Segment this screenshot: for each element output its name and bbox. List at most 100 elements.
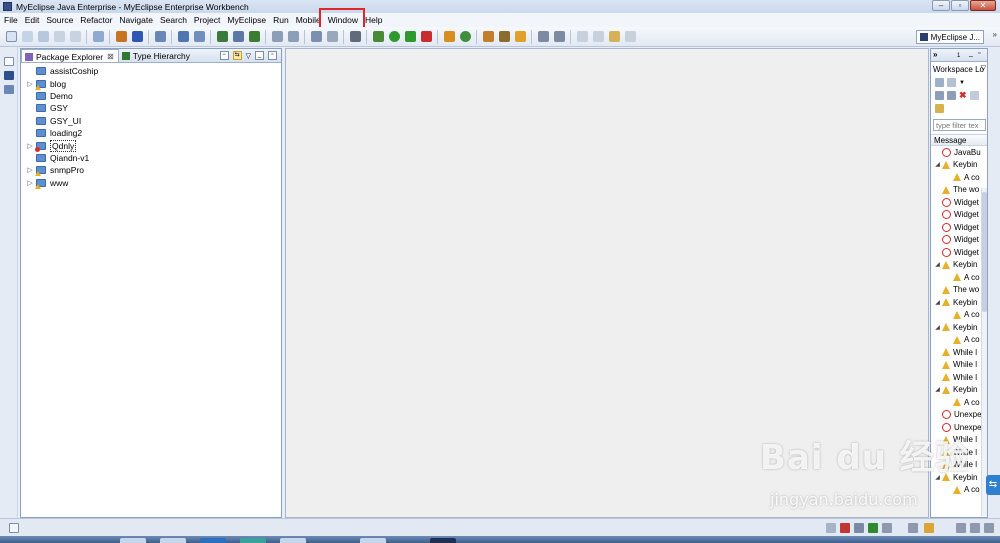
pen-icon[interactable] (499, 31, 510, 42)
restore-log-icon[interactable] (935, 104, 944, 113)
minimize-button[interactable]: – (932, 0, 950, 11)
message-row[interactable]: While l (931, 346, 987, 359)
search-icon[interactable] (538, 31, 549, 42)
tree-item-qdnly[interactable]: ▷ Qdnly (21, 139, 281, 152)
report-icon[interactable] (327, 31, 338, 42)
menu-refactor[interactable]: Refactor (80, 15, 112, 25)
expand-icon[interactable]: ◢ (933, 386, 942, 393)
tree-item-gsy-ui[interactable]: GSY_UI (21, 115, 281, 127)
edit-icon[interactable] (272, 31, 283, 42)
taskbar-item[interactable] (160, 538, 186, 543)
message-row[interactable]: JavaBu (931, 146, 987, 159)
tree-item-www[interactable]: ▷ www (21, 177, 281, 189)
new-package-icon[interactable] (194, 31, 205, 42)
message-row[interactable]: ◢ Keybin (931, 159, 987, 172)
tree-item-blog[interactable]: ▷ blog (21, 77, 281, 90)
message-column-header[interactable]: Message (931, 134, 987, 146)
debug-icon[interactable] (373, 31, 384, 42)
maximize-view-icon[interactable]: ▫ (978, 50, 980, 57)
message-row[interactable]: A co (931, 171, 987, 184)
tree-item-loading2[interactable]: loading2 (21, 127, 281, 139)
minimize-view-icon[interactable]: _ (969, 50, 973, 57)
message-row[interactable]: Widget (931, 246, 987, 259)
fast-view-icon[interactable] (9, 523, 19, 533)
status-icon-4[interactable] (868, 523, 878, 533)
dropdown-icon[interactable]: ▼ (959, 80, 965, 86)
menu-project[interactable]: Project (194, 15, 220, 25)
tab-type-hierarchy[interactable]: Type Hierarchy (119, 49, 194, 62)
message-row[interactable]: Unexpe (931, 409, 987, 422)
expand-icon[interactable]: ▷ (26, 179, 34, 187)
expand-icon[interactable]: ▷ (26, 142, 34, 150)
menu-myeclipse[interactable]: MyEclipse (227, 15, 266, 25)
print-icon[interactable] (70, 31, 81, 42)
maximize-view-icon[interactable]: ▫ (268, 51, 277, 60)
expand-icon[interactable]: ▷ (26, 80, 34, 88)
taskbar-item[interactable] (240, 538, 266, 543)
previous-annotation-icon[interactable] (593, 31, 604, 42)
status-icon-3[interactable] (854, 523, 864, 533)
perspective-switcher[interactable]: MyEclipse J... (915, 30, 984, 44)
tree-item-demo[interactable]: Demo (21, 90, 281, 102)
message-row[interactable]: ◢ Keybin (931, 321, 987, 334)
hammer-icon[interactable] (554, 31, 565, 42)
maximize-button[interactable]: ▫ (951, 0, 969, 11)
forward-icon[interactable] (625, 31, 636, 42)
message-row[interactable]: Widget (931, 234, 987, 247)
taskbar-item[interactable] (280, 538, 306, 543)
message-row[interactable]: While l (931, 359, 987, 372)
save-all-icon[interactable] (54, 31, 65, 42)
new-web-project-icon[interactable] (460, 31, 471, 42)
external-tools-icon[interactable] (421, 31, 432, 42)
menu-file[interactable]: File (4, 15, 18, 25)
open-type-icon[interactable] (93, 31, 104, 42)
view-menu-icon[interactable]: ▽ (246, 52, 251, 60)
hierarchy-icon[interactable] (4, 71, 14, 80)
new-project-icon[interactable] (178, 31, 189, 42)
close-button[interactable]: ✕ (970, 0, 996, 11)
menu-search[interactable]: Search (160, 15, 187, 25)
run-coverage-icon[interactable] (405, 31, 416, 42)
restore-icon[interactable] (4, 57, 14, 66)
terminal-icon[interactable] (350, 31, 361, 42)
status-icon-10[interactable] (984, 523, 994, 533)
expand-icon[interactable]: ▷ (26, 166, 34, 174)
filter-input[interactable]: type filter tex (933, 119, 986, 131)
message-row[interactable]: A co (931, 396, 987, 409)
status-icon-8[interactable] (956, 523, 966, 533)
expand-icon[interactable]: ◢ (933, 261, 942, 268)
import-log-icon[interactable] (947, 78, 956, 87)
new-class-icon[interactable] (217, 31, 228, 42)
taskbar-item[interactable] (200, 538, 226, 543)
message-row[interactable]: While l (931, 371, 987, 384)
taskbar-item[interactable] (430, 538, 456, 543)
new-java-project-icon[interactable] (444, 31, 455, 42)
database-icon[interactable] (311, 31, 322, 42)
side-share-icon[interactable]: ⇆ (986, 475, 1000, 495)
menu-navigate[interactable]: Navigate (119, 15, 153, 25)
taskbar-item[interactable] (360, 538, 386, 543)
message-row[interactable]: ◢ Keybin (931, 259, 987, 272)
menu-run[interactable]: Run (273, 15, 289, 25)
vertical-scrollbar[interactable] (981, 188, 987, 516)
open-log-icon[interactable] (969, 91, 979, 100)
status-icon-7[interactable] (924, 523, 934, 533)
message-row[interactable]: The wo (931, 284, 987, 297)
back-icon[interactable] (609, 31, 620, 42)
new-dropdown-icon[interactable] (22, 31, 33, 42)
collapse-all-icon[interactable]: − (219, 51, 229, 60)
package-icon[interactable] (515, 31, 526, 42)
save-icon[interactable] (38, 31, 49, 42)
status-icon-9[interactable] (970, 523, 980, 533)
message-row[interactable]: A co (931, 334, 987, 347)
taskbar-item[interactable] (120, 538, 146, 543)
tree-item-assistcoship[interactable]: assistCoship (21, 65, 281, 77)
server-icon[interactable] (132, 31, 143, 42)
view-menu-icon[interactable]: ▽ (981, 64, 986, 72)
open-perspective-icon[interactable] (233, 31, 244, 42)
status-icon-2[interactable] (840, 523, 850, 533)
more-views-icon[interactable]: » (933, 50, 937, 59)
more-perspectives-icon[interactable]: » (993, 30, 997, 39)
web-browser-icon[interactable] (155, 31, 166, 42)
message-row[interactable]: ◢ Keybin (931, 296, 987, 309)
